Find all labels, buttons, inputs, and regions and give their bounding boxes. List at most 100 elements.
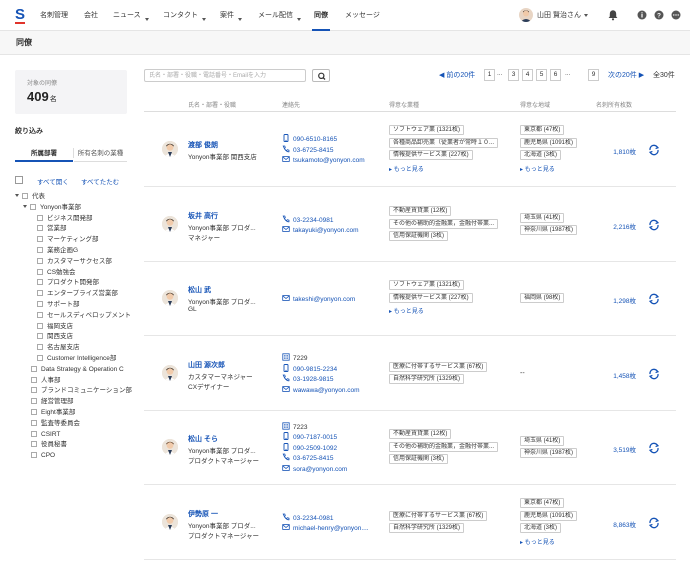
contact-mail[interactable]: takeshi@yonyon.com — [282, 294, 355, 304]
colleague-avatar[interactable] — [162, 216, 178, 232]
search-button[interactable] — [312, 69, 330, 82]
user-name[interactable]: 山田 賢治さん — [537, 0, 581, 31]
page-3[interactable]: 3 — [508, 69, 519, 81]
contact-mobile[interactable]: 090-7187-0015 — [282, 432, 337, 442]
tree-item[interactable]: 人事部 — [31, 376, 61, 386]
card-count-link[interactable]: 1,298枚 — [594, 295, 636, 305]
card-count-link[interactable]: 2,216枚 — [594, 221, 636, 231]
card-count-link[interactable]: 3,519枚 — [594, 444, 636, 454]
exchange-request-icon[interactable] — [647, 442, 661, 454]
tree-item[interactable]: 経営管理部 — [31, 397, 74, 407]
contact-mobile[interactable]: 090-6510-8165 — [282, 134, 337, 144]
tree-checkbox[interactable] — [37, 355, 43, 361]
page-6[interactable]: 6 — [550, 69, 561, 81]
tab-department[interactable]: 所属部署 — [15, 146, 73, 162]
tree-checkbox[interactable] — [37, 344, 43, 351]
tree-checkbox[interactable] — [31, 441, 37, 448]
tree-checkbox[interactable] — [37, 301, 43, 307]
colleague-name[interactable]: 松山 武 — [188, 285, 211, 295]
tree-checkbox[interactable] — [37, 290, 43, 297]
tree-item[interactable]: 業務企画G — [37, 246, 78, 256]
page-1[interactable]: 1 — [484, 69, 495, 81]
tab-industry[interactable]: 所有名刺の業種 — [74, 146, 127, 162]
nav-colleagues[interactable]: 同僚 — [312, 0, 330, 31]
tree-checkbox[interactable] — [31, 409, 37, 415]
contact-mail[interactable]: takayuki@yonyon.com — [282, 225, 359, 235]
next-page-link[interactable]: 次の20件 ▶ — [608, 70, 644, 80]
card-count-link[interactable]: 8,863枚 — [594, 519, 636, 529]
exchange-request-icon[interactable] — [647, 517, 661, 529]
nav-messages[interactable]: メッセージ — [345, 0, 380, 31]
tree-item[interactable]: Yonyon事業部 — [23, 203, 81, 213]
table-row[interactable]: 坂井 高行 Yonyon事業部 プロダ... マネジャー 03-2234-0981 ta… — [144, 188, 676, 262]
contact-phone[interactable]: 03-6725-8415 — [282, 145, 333, 155]
bell-icon[interactable] — [607, 9, 619, 21]
tree-item[interactable]: サポート部 — [37, 300, 80, 310]
table-row[interactable]: 松山 そら Yonyon事業部 プロダ... プロダクトマネージャー 7223 090-… — [144, 411, 676, 485]
card-count-link[interactable]: 1,810枚 — [594, 146, 636, 156]
nav-deals[interactable]: 案件 — [220, 0, 242, 31]
tree-checkbox[interactable] — [37, 311, 43, 318]
user-avatar[interactable] — [519, 8, 533, 22]
search-input[interactable] — [144, 69, 306, 82]
tree-item[interactable]: エンタープライズ営業部 — [37, 289, 118, 299]
tree-item[interactable]: CSIRT — [31, 430, 60, 440]
contact-mobile[interactable]: 090-2509-1092 — [282, 442, 337, 453]
tree-item[interactable]: 代表 — [15, 192, 45, 202]
chevron-down-icon[interactable] — [584, 14, 588, 17]
tree-item[interactable]: 福岡支店 — [37, 322, 73, 332]
tree-item[interactable]: プロダクト開発部 — [37, 278, 99, 288]
colleague-avatar[interactable] — [162, 365, 178, 381]
prev-page-link[interactable]: ◀ 前の20件 — [439, 70, 475, 80]
tree-item[interactable]: セールスディベロップメント — [37, 311, 131, 321]
tree-item[interactable]: 役員秘書 — [31, 440, 67, 450]
colleague-avatar[interactable] — [162, 439, 178, 455]
chevron-down-icon[interactable] — [23, 204, 27, 208]
tree-checkbox[interactable] — [37, 236, 43, 243]
tree-checkbox[interactable] — [37, 257, 43, 264]
colleague-name[interactable]: 渡部 俊朗 — [188, 140, 218, 150]
tree-checkbox[interactable] — [31, 365, 37, 372]
tree-checkbox[interactable] — [22, 193, 28, 199]
tree-item[interactable]: 関西支店 — [37, 332, 73, 342]
colleague-name[interactable]: 山田 源次郎 — [188, 360, 225, 370]
contact-mail[interactable]: wawawa@yonyon.com — [282, 385, 360, 395]
contact-mobile[interactable]: 090-9815-2234 — [282, 363, 337, 374]
colleague-name[interactable]: 伊勢原 一 — [188, 509, 218, 519]
contact-mail[interactable]: tsukamoto@yonyon.com — [282, 155, 365, 165]
tree-item[interactable]: ブランドコミュニケーション部 — [31, 386, 132, 396]
colleague-avatar[interactable] — [162, 514, 178, 530]
tree-item[interactable]: 監査等委員会 — [31, 419, 80, 429]
info-icon[interactable] — [637, 10, 647, 20]
tree-checkbox[interactable] — [37, 247, 43, 253]
tree-checkbox[interactable] — [37, 225, 43, 232]
tree-checkbox[interactable] — [37, 333, 43, 340]
colleague-name[interactable]: 坂井 高行 — [188, 211, 218, 221]
industry-more-link[interactable]: ▸ もっと見る — [389, 164, 424, 173]
exchange-request-icon[interactable] — [647, 219, 661, 231]
industry-more-link[interactable]: ▸ もっと見る — [389, 306, 424, 315]
tree-checkbox[interactable] — [31, 387, 37, 394]
contact-phone[interactable]: 03-2234-0981 — [282, 215, 333, 225]
tree-checkbox[interactable] — [37, 279, 43, 286]
tree-item[interactable]: Customer Intelligence部 — [37, 354, 116, 364]
page-5[interactable]: 5 — [536, 69, 547, 81]
tree-item[interactable]: 名古屋支店 — [37, 343, 80, 353]
page-9[interactable]: 9 — [588, 69, 599, 81]
chevron-down-icon[interactable] — [15, 194, 19, 197]
tree-checkbox[interactable] — [31, 419, 37, 426]
contact-mail[interactable]: sora@yonyon.com — [282, 464, 347, 474]
tree-checkbox[interactable] — [31, 452, 37, 459]
tree-checkbox[interactable] — [37, 268, 43, 275]
page-4[interactable]: 4 — [522, 69, 533, 81]
colleague-avatar[interactable] — [162, 290, 178, 306]
exchange-request-icon[interactable] — [647, 293, 661, 305]
tree-checkbox[interactable] — [31, 430, 37, 437]
nav-mail-delivery[interactable]: メール配信 — [258, 0, 301, 31]
select-all-checkbox[interactable] — [15, 176, 23, 184]
region-more-link[interactable]: ▸ もっと見る — [520, 537, 555, 546]
help-icon[interactable]: ? — [654, 10, 664, 20]
tree-item[interactable]: マーケティング部 — [37, 235, 98, 245]
colleague-name[interactable]: 松山 そら — [188, 434, 218, 444]
tree-item[interactable]: カスタマーサクセス部 — [37, 257, 112, 267]
